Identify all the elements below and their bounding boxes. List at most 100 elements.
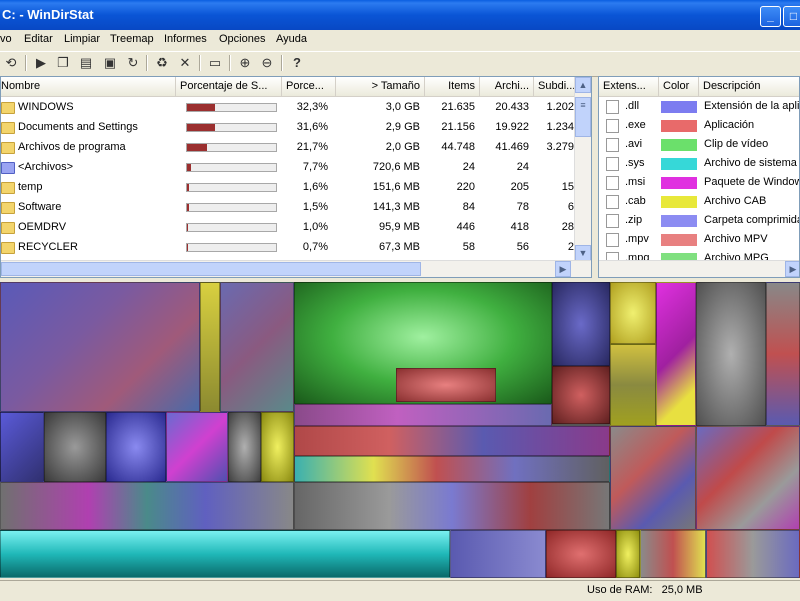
- treemap-cell[interactable]: [228, 412, 261, 482]
- extension-row[interactable]: .avi Clip de vídeo: [599, 135, 799, 155]
- table-row[interactable]: Documents and Settings 31,6% 2,9 GB 21.156 1…: [1, 118, 591, 138]
- extension-row[interactable]: .mpv Archivo MPV: [599, 230, 799, 250]
- scroll-thumb[interactable]: ≡: [575, 97, 591, 137]
- row-name: <Archivos>: [18, 161, 74, 173]
- treemap-cell[interactable]: [766, 282, 800, 426]
- refresh-selected-icon[interactable]: ↻: [124, 54, 142, 72]
- column-percent[interactable]: Porce...: [282, 77, 336, 97]
- scroll-down-icon[interactable]: ▼: [575, 245, 591, 261]
- extension-row[interactable]: .zip Carpeta comprimida: [599, 211, 799, 231]
- menu-reports[interactable]: Informes: [164, 33, 207, 45]
- column-files[interactable]: Archi...: [480, 77, 534, 97]
- menu-options[interactable]: Opciones: [219, 33, 265, 45]
- refresh-icon[interactable]: ⟲: [2, 54, 20, 72]
- column-extension[interactable]: Extens...: [599, 77, 659, 97]
- treemap-cell[interactable]: [294, 456, 610, 482]
- treemap-cell[interactable]: [396, 368, 496, 402]
- treemap-cell[interactable]: [0, 282, 200, 412]
- column-description[interactable]: Descripción: [699, 77, 799, 97]
- menu-file[interactable]: Archivo: [0, 33, 12, 45]
- treemap[interactable]: [0, 282, 800, 578]
- row-size: 67,3 MB: [379, 241, 420, 253]
- treemap-cell[interactable]: [0, 482, 294, 530]
- scroll-right-icon[interactable]: ▶: [785, 261, 799, 277]
- treemap-cell[interactable]: [0, 530, 450, 578]
- extension-row[interactable]: .msi Paquete de Windows Installer: [599, 173, 799, 193]
- menu-clean[interactable]: Limpiar: [64, 33, 100, 45]
- table-row[interactable]: WINDOWS 32,3% 3,0 GB 21.635 20.433 1.202: [1, 98, 591, 118]
- treemap-cell[interactable]: [610, 426, 696, 530]
- scroll-right-icon[interactable]: ▶: [555, 261, 571, 277]
- column-subtree-percent[interactable]: Porcentaje de S...: [176, 77, 282, 97]
- column-name[interactable]: Nombre: [1, 77, 176, 97]
- menu-help[interactable]: Ayuda: [276, 33, 307, 45]
- extension-row[interactable]: .exe Aplicación: [599, 116, 799, 136]
- toolbar-separator: [229, 55, 231, 71]
- treemap-cell[interactable]: [106, 412, 166, 482]
- zoom-out-icon[interactable]: ⊖: [258, 54, 276, 72]
- treemap-cell[interactable]: [616, 530, 640, 578]
- maximize-button[interactable]: □: [783, 6, 800, 27]
- row-percent: 31,6%: [296, 121, 328, 133]
- scroll-up-icon[interactable]: ▲: [575, 77, 591, 93]
- extension-color-swatch: [661, 215, 697, 227]
- treemap-cell[interactable]: [200, 282, 220, 412]
- extension-color-swatch: [661, 120, 697, 132]
- treemap-cell[interactable]: [656, 282, 696, 426]
- treemap-cell[interactable]: [220, 282, 294, 412]
- column-color[interactable]: Color: [659, 77, 699, 97]
- treemap-cell[interactable]: [294, 404, 552, 426]
- zoom-in-icon[interactable]: ⊕: [236, 54, 254, 72]
- folder-icon[interactable]: ▭: [206, 54, 224, 72]
- horizontal-scrollbar[interactable]: ▶: [1, 260, 591, 277]
- minimize-button[interactable]: _: [760, 6, 781, 27]
- play-icon[interactable]: ▶: [32, 54, 50, 72]
- treemap-cell[interactable]: [294, 426, 610, 456]
- treemap-cell[interactable]: [610, 344, 656, 426]
- treemap-cell[interactable]: [706, 530, 800, 578]
- table-row[interactable]: Software 1,5% 141,3 MB 84 78 6: [1, 198, 591, 218]
- subtree-percent-bar: [186, 203, 277, 212]
- table-row[interactable]: <Archivos> 7,7% 720,6 MB 24 24: [1, 158, 591, 178]
- subtree-percent-fill: [187, 184, 189, 191]
- menu-edit[interactable]: Editar: [24, 33, 53, 45]
- column-size[interactable]: > Tamaño: [336, 77, 425, 97]
- table-row[interactable]: RECYCLER 0,7% 67,3 MB 58 56 2: [1, 238, 591, 258]
- scroll-thumb[interactable]: [1, 262, 421, 276]
- extension-row[interactable]: .dll Extensión de la aplicación: [599, 97, 799, 117]
- treemap-cell[interactable]: [44, 412, 106, 482]
- extension-row[interactable]: .sys Archivo de sistema: [599, 154, 799, 174]
- treemap-cell[interactable]: [696, 282, 766, 426]
- table-row[interactable]: Archivos de programa 21,7% 2,0 GB 44.748 41.…: [1, 138, 591, 158]
- extension-list: Extens... Color Descripción .dll Extensió…: [598, 76, 800, 278]
- treemap-cell[interactable]: [640, 530, 706, 578]
- subtree-percent-fill: [187, 144, 207, 151]
- help-icon[interactable]: ?: [288, 54, 306, 72]
- row-files: 418: [510, 221, 529, 233]
- treemap-cell[interactable]: [696, 426, 800, 530]
- recycle-icon[interactable]: ♻: [153, 54, 171, 72]
- treemap-cell[interactable]: [552, 366, 610, 424]
- row-size: 141,3 MB: [372, 201, 420, 213]
- extension-row[interactable]: .cab Archivo CAB: [599, 192, 799, 212]
- table-row[interactable]: OEMDRV 1,0% 95,9 MB 446 418 28: [1, 218, 591, 238]
- treemap-cell[interactable]: [166, 412, 228, 482]
- treemap-cell[interactable]: [546, 530, 616, 578]
- treemap-cell[interactable]: [261, 412, 294, 482]
- delete-icon[interactable]: ✕: [176, 54, 194, 72]
- horizontal-scrollbar[interactable]: ▶: [599, 260, 799, 277]
- column-items[interactable]: Items: [425, 77, 480, 97]
- vertical-scrollbar[interactable]: ▲ ≡ ▼: [574, 77, 591, 261]
- treemap-cell[interactable]: [294, 482, 610, 530]
- folder-icon: [1, 102, 15, 114]
- column-subdirs[interactable]: Subdi...: [534, 77, 579, 97]
- treemap-cell[interactable]: [552, 282, 610, 366]
- treemap-cell[interactable]: [0, 412, 44, 482]
- menu-treemap[interactable]: Treemap: [110, 33, 154, 45]
- copy-icon[interactable]: ❐: [54, 54, 72, 72]
- treemap-cell[interactable]: [610, 282, 656, 344]
- table-row[interactable]: temp 1,6% 151,6 MB 220 205 15: [1, 178, 591, 198]
- treemap-cell[interactable]: [450, 530, 546, 578]
- command-prompt-icon[interactable]: ▣: [101, 54, 119, 72]
- explorer-icon[interactable]: ▤: [77, 54, 95, 72]
